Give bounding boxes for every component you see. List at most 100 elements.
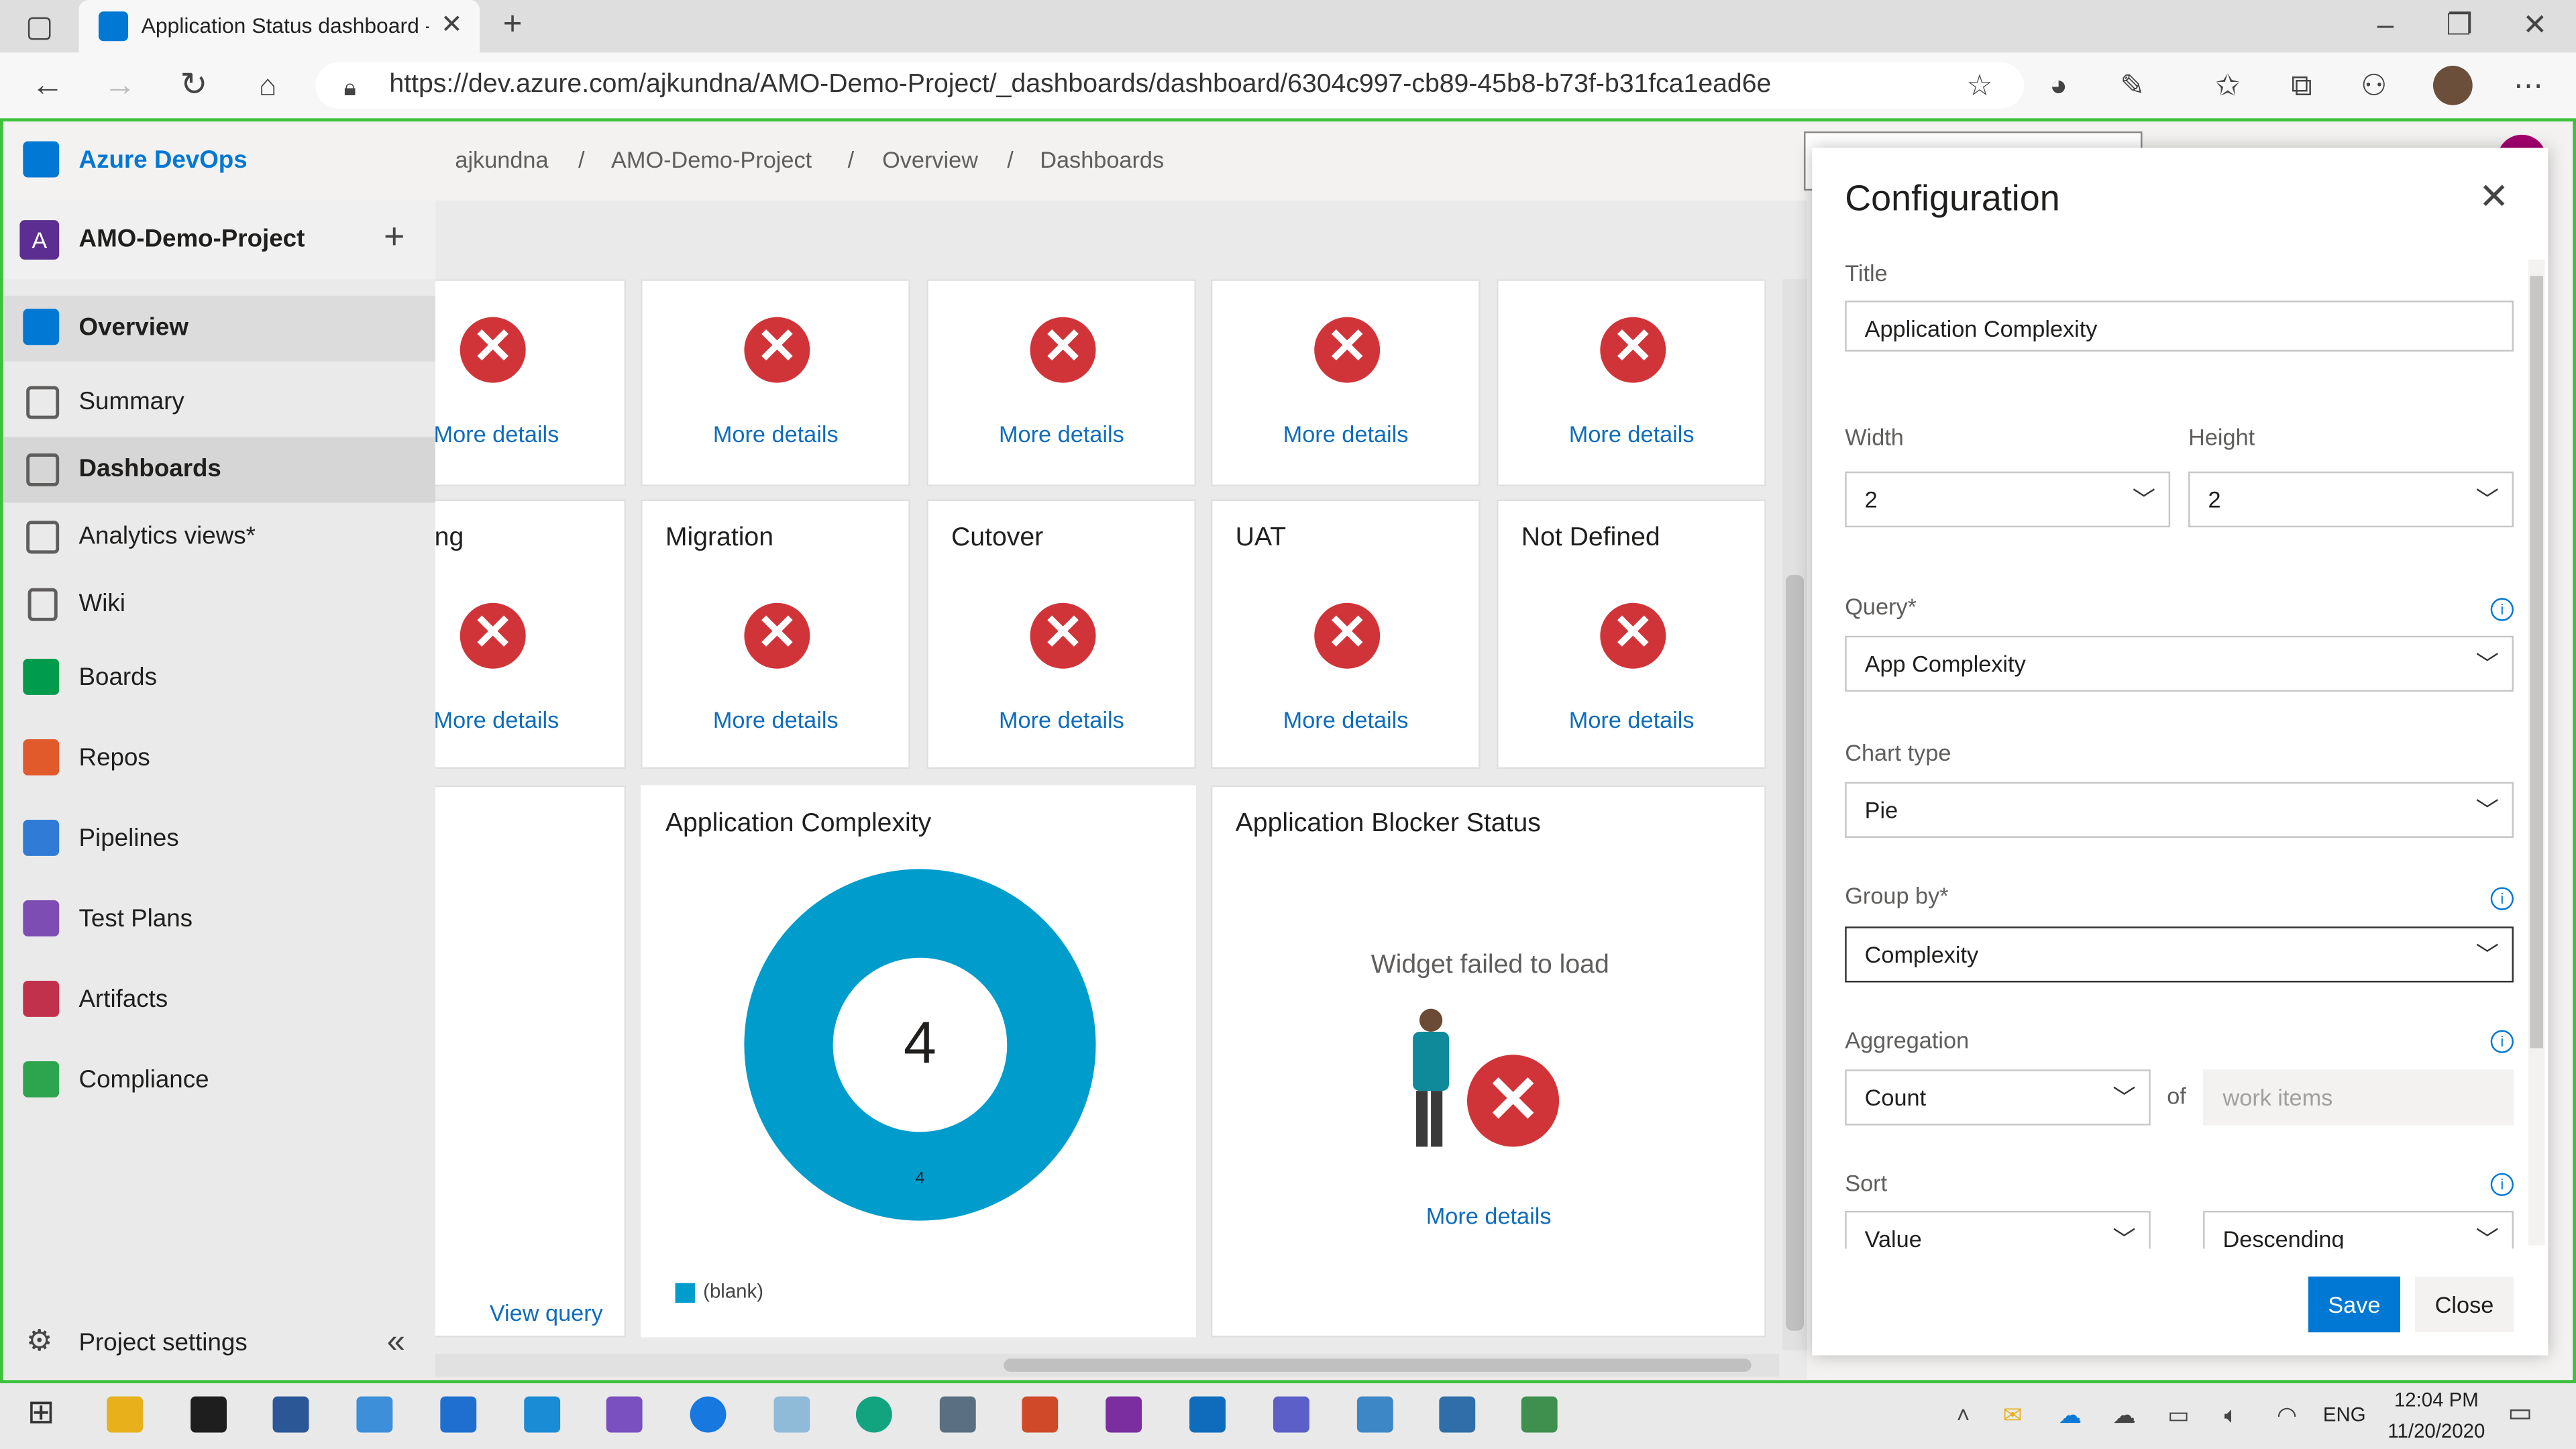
save-button[interactable]: Save: [2308, 1276, 2400, 1333]
notifications-icon[interactable]: ▭: [2504, 1398, 2536, 1431]
status-tile-migration[interactable]: Migration ✕ More details: [641, 499, 910, 769]
height-select[interactable]: 2 ﹀: [2188, 471, 2514, 528]
minimize-icon[interactable]: –: [2369, 8, 2402, 41]
info-icon[interactable]: i: [2490, 598, 2514, 621]
sort-select[interactable]: Value ﹀: [1845, 1210, 2151, 1249]
status-tile-not-defined[interactable]: Not Defined ✕ More details: [1497, 499, 1766, 769]
file-explorer-icon[interactable]: [107, 1396, 144, 1433]
more-details-link[interactable]: More details: [1283, 421, 1409, 447]
more-details-link[interactable]: More details: [999, 706, 1124, 733]
more-details-link[interactable]: More details: [435, 706, 559, 733]
extension-icon[interactable]: ◕: [2041, 69, 2077, 102]
view-query-link[interactable]: View query: [490, 1299, 603, 1326]
new-tab-icon[interactable]: +: [496, 8, 529, 41]
collapse-sidebar-icon[interactable]: «: [378, 1326, 414, 1358]
battery-icon[interactable]: ▭: [2162, 1398, 2195, 1431]
restore-icon[interactable]: ❐: [2443, 8, 2476, 41]
application-complexity-widget[interactable]: Application Complexity 4 4 (blank): [641, 785, 1196, 1338]
breadcrumb-dashboards[interactable]: Dashboards: [1040, 146, 1164, 172]
cloud-icon[interactable]: ☁: [2108, 1398, 2141, 1431]
more-details-link[interactable]: More details: [435, 421, 559, 447]
close-tab-icon[interactable]: ✕: [437, 10, 466, 43]
favorites-icon[interactable]: ✩: [2210, 69, 2246, 102]
browser-tab[interactable]: Application Status dashboard - C ✕: [78, 0, 480, 53]
status-tile[interactable]: ✕ More details: [1210, 279, 1481, 486]
status-tile-provisioning[interactable]: isioning ✕ More details: [435, 499, 627, 769]
teams-icon[interactable]: [1273, 1396, 1309, 1433]
window-menu-icon[interactable]: ▢: [23, 10, 56, 43]
read-aloud-icon[interactable]: ✎: [2114, 69, 2151, 102]
application-blocker-widget[interactable]: Application Blocker Status Widget failed…: [1210, 785, 1766, 1338]
share-icon[interactable]: ⚇: [2356, 69, 2392, 102]
breadcrumb-overview[interactable]: Overview: [882, 146, 978, 172]
close-button[interactable]: Close: [2415, 1276, 2514, 1333]
aggregation-select[interactable]: Count ﹀: [1845, 1069, 2151, 1126]
project-header[interactable]: A AMO-Demo-Project +: [3, 200, 435, 280]
outlook-icon[interactable]: [1189, 1396, 1226, 1433]
project-settings[interactable]: ⚙ Project settings: [3, 1311, 435, 1377]
more-details-link[interactable]: More details: [1569, 706, 1695, 733]
sidebar-item-dashboards[interactable]: Dashboards: [3, 437, 435, 503]
more-details-link[interactable]: More details: [1283, 706, 1409, 733]
terminal-icon[interactable]: [191, 1396, 227, 1433]
chart-type-select[interactable]: Pie ﹀: [1845, 782, 2514, 838]
app-grid-icon[interactable]: [440, 1396, 477, 1433]
add-favorite-icon[interactable]: ☆: [1962, 69, 1998, 102]
excel-icon[interactable]: [1521, 1396, 1558, 1433]
close-window-icon[interactable]: ✕: [2518, 8, 2551, 41]
status-tile-cutover[interactable]: Cutover ✕ More details: [926, 499, 1196, 769]
info-icon[interactable]: i: [2490, 1030, 2514, 1053]
network-icon[interactable]: [1439, 1396, 1476, 1433]
visual-studio-icon[interactable]: [606, 1396, 643, 1433]
info-icon[interactable]: i: [2490, 1173, 2514, 1196]
profile-avatar[interactable]: [2432, 65, 2473, 105]
vscode-icon[interactable]: [524, 1396, 561, 1433]
sidebar-item-repos[interactable]: Repos: [3, 726, 435, 792]
clock-time[interactable]: 12:04 PM: [2375, 1388, 2497, 1411]
language-indicator[interactable]: ENG: [2323, 1403, 2366, 1426]
status-tile[interactable]: ✕ More details: [926, 279, 1196, 486]
collections-icon[interactable]: ⧉: [2284, 69, 2320, 102]
sidebar-item-wiki[interactable]: Wiki: [3, 572, 435, 637]
scrollbar-thumb[interactable]: [2530, 276, 2544, 1049]
more-details-link[interactable]: More details: [1569, 421, 1695, 447]
status-tile[interactable]: ✕ More details: [1497, 279, 1766, 486]
more-menu-icon[interactable]: ⋯: [2510, 69, 2546, 102]
query-select[interactable]: App Complexity ﹀: [1845, 635, 2514, 692]
volume-icon[interactable]: 🔈︎: [2214, 1398, 2247, 1431]
notes-icon[interactable]: [773, 1396, 810, 1433]
mail-icon[interactable]: ✉: [1998, 1398, 2027, 1431]
sidebar-item-summary[interactable]: Summary: [3, 370, 435, 435]
windows-start-icon[interactable]: ⊞: [23, 1397, 59, 1430]
query-tile[interactable]: View query: [435, 785, 627, 1338]
sidebar-item-artifacts[interactable]: Artifacts: [3, 967, 435, 1033]
scrollbar-thumb[interactable]: [1786, 575, 1805, 1331]
horizontal-scrollbar[interactable]: [435, 1353, 1780, 1377]
remote-desktop-icon[interactable]: [1356, 1396, 1393, 1433]
maps-icon[interactable]: [690, 1396, 727, 1433]
wifi-icon[interactable]: ◠: [2271, 1398, 2304, 1431]
add-icon[interactable]: +: [378, 217, 411, 254]
chevron-up-icon[interactable]: ˄: [1949, 1398, 1978, 1431]
snipping-tool-icon[interactable]: [1022, 1396, 1059, 1433]
group-by-select[interactable]: Complexity ﹀: [1845, 926, 2514, 983]
onedrive-icon[interactable]: ☁: [2053, 1398, 2086, 1431]
sort-order-select[interactable]: Descending ﹀: [2203, 1210, 2514, 1249]
sidebar-item-overview[interactable]: Overview: [3, 295, 435, 362]
more-details-link[interactable]: More details: [713, 706, 839, 733]
sidebar-item-pipelines[interactable]: Pipelines: [3, 806, 435, 872]
onenote-icon[interactable]: [1106, 1396, 1142, 1433]
status-tile[interactable]: ✕ More details: [435, 279, 627, 486]
more-details-link[interactable]: More details: [1426, 1203, 1552, 1229]
lock-icon[interactable]: 🔒︎: [335, 70, 365, 103]
refresh-icon[interactable]: ↻: [176, 69, 212, 102]
scrollbar-thumb[interactable]: [1004, 1358, 1752, 1372]
powershell-icon[interactable]: [272, 1396, 309, 1433]
sidebar-item-boards[interactable]: Boards: [3, 645, 435, 711]
calculator-icon[interactable]: [939, 1396, 976, 1433]
info-icon[interactable]: i: [2490, 887, 2514, 910]
width-select[interactable]: 2 ﹀: [1845, 471, 2171, 528]
status-tile[interactable]: ✕ More details: [641, 279, 910, 486]
brand-name[interactable]: Azure DevOps: [79, 146, 248, 174]
edge-dev-icon[interactable]: [855, 1396, 892, 1433]
